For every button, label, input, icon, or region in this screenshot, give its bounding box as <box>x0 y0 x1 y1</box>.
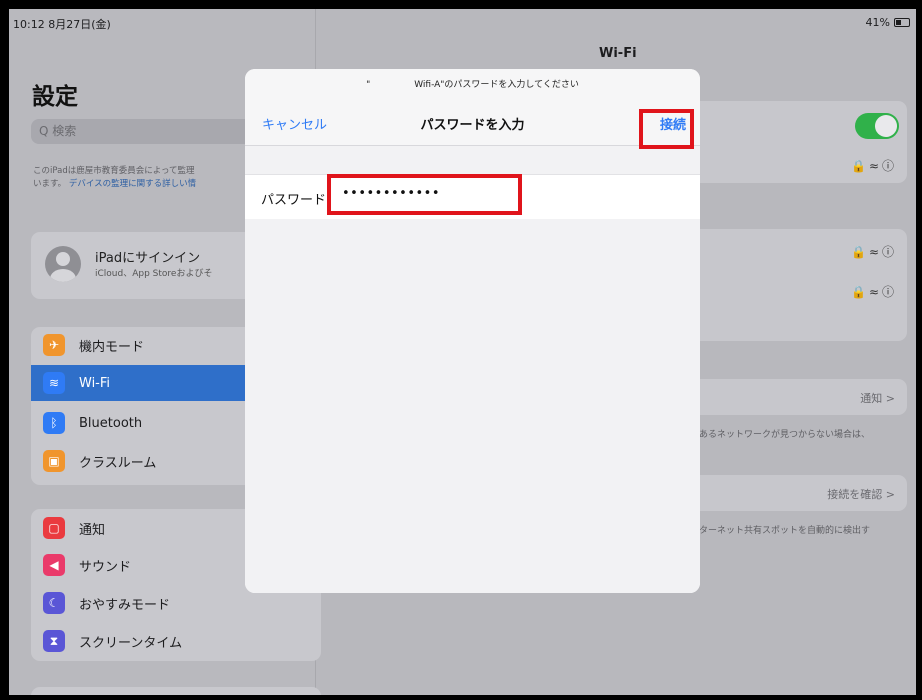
moon-icon: ☾ <box>43 592 65 614</box>
battery-percent: 41% <box>865 16 890 29</box>
network-status-icons[interactable]: 🔒≈ⓘ <box>851 243 897 260</box>
hotspot-note: ターネット共有スポットを自動的に検出す <box>699 526 871 536</box>
ipad-screen: 10:12 8月27日(金) 設定 Q 検索 このiPadは鹿屋市教育委員会によ… <box>9 9 916 695</box>
hotspot-value: 接続を確認 > <box>827 488 895 501</box>
dialog-prompt-prefix: " <box>366 80 371 90</box>
ask-to-join-note: あるネットワークが見つからない場合は、 <box>699 430 871 440</box>
settings-title: 設定 <box>32 84 78 110</box>
sidebar-item-label: Wi-Fi <box>79 375 111 391</box>
notification-icon: ▢ <box>43 517 65 539</box>
dialog-spacer <box>245 146 700 174</box>
network-status-icons[interactable]: 🔒≈ⓘ <box>851 283 897 300</box>
sidebar-item-label: おやすみモード <box>79 597 171 613</box>
wifi-pane-title: Wi-Fi <box>599 46 637 61</box>
network-status-icons[interactable]: 🔒≈ⓘ <box>851 157 897 174</box>
dialog-prompt-suffix: Wifi-A"のパスワードを入力してください <box>414 80 579 90</box>
avatar <box>45 246 81 282</box>
sidebar-item-label: 通知 <box>79 522 106 538</box>
signin-subtitle: iCloud、App Storeおよびそ <box>95 269 213 279</box>
sidebar-item-screen-time[interactable]: ⧗ スクリーンタイム <box>31 623 321 659</box>
highlight-connect-button <box>639 109 694 149</box>
sidebar-item-label: サウンド <box>79 559 132 575</box>
settings-group-partial <box>31 687 321 695</box>
password-label: パスワード <box>261 193 327 208</box>
ask-to-join-value: 通知 > <box>860 392 895 405</box>
bluetooth-icon: ᛒ <box>43 412 65 434</box>
signin-title: iPadにサインイン <box>95 251 201 266</box>
wifi-toggle[interactable] <box>855 113 899 139</box>
supervision-text-2: います。 <box>33 179 67 189</box>
classroom-icon: ▣ <box>43 450 65 472</box>
status-time: 10:12 8月27日(金) <box>13 18 111 31</box>
dialog-body <box>245 219 700 593</box>
cancel-button[interactable]: キャンセル <box>262 114 327 133</box>
sidebar-item-label: スクリーンタイム <box>79 635 183 651</box>
sidebar-item-label: Bluetooth <box>79 415 143 431</box>
supervision-link[interactable]: デバイスの監理に関する詳しい情 <box>69 179 196 189</box>
dialog-header: " Wifi-A"のパスワードを入力してください キャンセル パスワードを入力 接… <box>245 69 700 146</box>
airplane-icon: ✈ <box>43 334 65 356</box>
password-dialog: " Wifi-A"のパスワードを入力してください キャンセル パスワードを入力 接… <box>245 69 700 593</box>
status-battery: 41% <box>866 16 910 29</box>
highlight-password-field <box>327 174 522 215</box>
sidebar-item-label: 機内モード <box>79 339 145 355</box>
hourglass-icon: ⧗ <box>43 630 65 652</box>
dialog-prompt: " Wifi-A"のパスワードを入力してください <box>245 77 700 90</box>
wifi-icon: ≋ <box>43 372 65 394</box>
sound-icon: ◀ <box>43 554 65 576</box>
battery-icon <box>894 18 910 27</box>
sidebar-item-label: クラスルーム <box>79 455 157 471</box>
